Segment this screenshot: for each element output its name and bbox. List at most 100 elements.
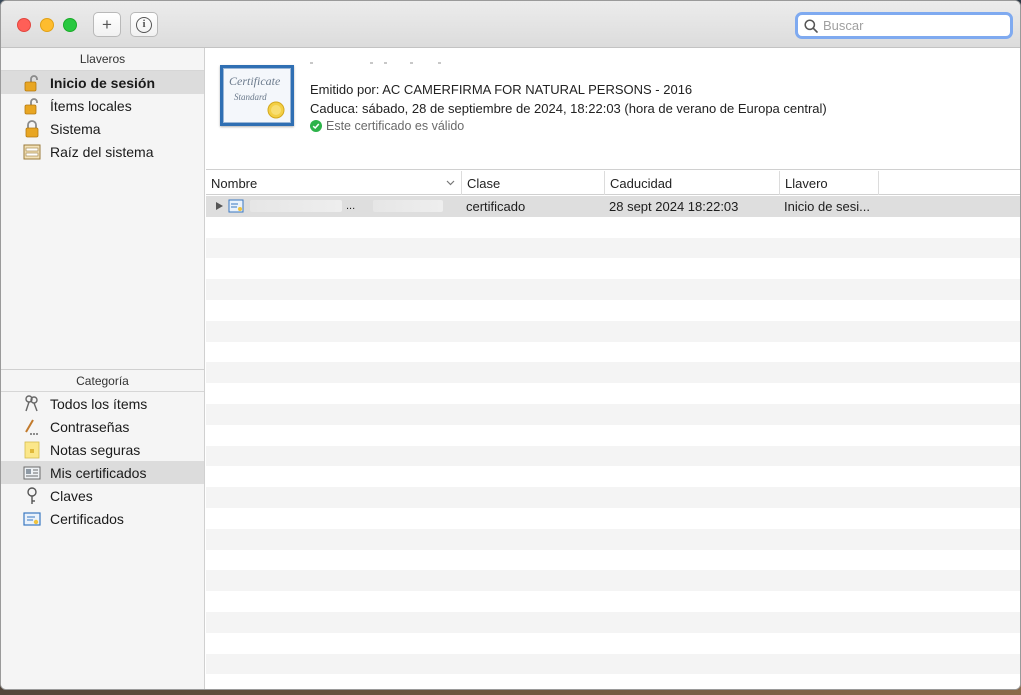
- expiry-text: Caduca: sábado, 28 de septiembre de 2024…: [310, 101, 827, 116]
- sidebar-item-label: Contraseñas: [50, 418, 130, 435]
- empty-row: [206, 362, 1020, 384]
- empty-row: [206, 320, 1020, 342]
- sidebar-item-label: Claves: [50, 487, 93, 504]
- empty-row: [206, 487, 1020, 508]
- empty-row: [206, 445, 1020, 467]
- sidebar-item-all-items[interactable]: Todos los ítems: [1, 392, 204, 415]
- empty-row: [206, 591, 1020, 612]
- redacted-name: [250, 200, 342, 213]
- key-icon: [23, 486, 41, 505]
- empty-row: [206, 611, 1020, 633]
- column-header-label: Clase: [467, 175, 501, 191]
- unlocked-padlock-icon: [23, 97, 41, 115]
- pencil-dots-icon: [23, 418, 41, 436]
- empty-row: [206, 508, 1020, 529]
- column-header-label: Nombre: [211, 175, 258, 191]
- locked-padlock-icon: [23, 119, 41, 138]
- column-header-expiry[interactable]: Caducidad: [605, 171, 780, 195]
- search-box[interactable]: [795, 12, 1013, 39]
- sidebar-item-label: Mis certificados: [50, 464, 147, 481]
- unlocked-padlock-icon: [23, 74, 41, 92]
- empty-row: [206, 528, 1020, 550]
- info-icon: i: [136, 16, 152, 33]
- sidebar-item-label: Certificados: [50, 510, 124, 527]
- sidebar-item-label: Raíz del sistema: [50, 143, 154, 160]
- class-cell: certificado: [466, 198, 526, 214]
- issued-by-text: Emitido por: AC CAMERFIRMA FOR NATURAL P…: [310, 82, 693, 97]
- keys-icon: [23, 394, 41, 413]
- id-card-icon: [23, 464, 41, 482]
- empty-row: [206, 570, 1020, 592]
- category-header: Categoría: [1, 369, 204, 392]
- sidebar-item-keys[interactable]: Claves: [1, 484, 204, 507]
- certificate-summary: Certificate Standard Emitido por: AC CAM…: [206, 48, 1020, 170]
- validity-status: Este certificado es válido: [310, 119, 464, 133]
- expiry-cell: 28 sept 2024 18:22:03: [609, 198, 739, 214]
- main-panel: Certificate Standard Emitido por: AC CAM…: [206, 48, 1020, 689]
- sidebar-item-certificates[interactable]: Certificados: [1, 507, 204, 530]
- add-item-button[interactable]: +: [93, 12, 121, 37]
- green-check-icon: [310, 120, 322, 132]
- minimize-window-button[interactable]: [40, 18, 54, 32]
- redacted-name: [310, 62, 441, 64]
- empty-row: [206, 383, 1020, 404]
- search-input[interactable]: [823, 18, 1003, 33]
- title-bar: + i: [1, 1, 1020, 48]
- empty-row: [206, 550, 1020, 571]
- sidebar-item-secure-notes[interactable]: Notas seguras: [1, 438, 204, 461]
- empty-row: [206, 258, 1020, 279]
- disclosure-triangle-icon[interactable]: [215, 201, 224, 211]
- info-button[interactable]: i: [130, 12, 158, 37]
- chevron-down-icon: [446, 180, 455, 186]
- sidebar-item-login[interactable]: Inicio de sesión: [1, 71, 204, 94]
- sidebar-item-label: Inicio de sesión: [50, 74, 156, 91]
- empty-row: [206, 466, 1020, 487]
- plus-icon: +: [102, 15, 112, 34]
- sidebar-item-system-roots[interactable]: Raíz del sistema: [1, 140, 204, 163]
- sidebar: Llaveros Inicio de sesión Ítems locales: [1, 48, 205, 689]
- name-ellipsis: ...: [346, 200, 356, 213]
- items-table: Nombre Clase Caducidad Llavero ... certi…: [206, 171, 1020, 689]
- empty-row: [206, 425, 1020, 446]
- sidebar-item-label: Notas seguras: [50, 441, 141, 458]
- close-window-button[interactable]: [17, 18, 31, 32]
- certificate-icon: [228, 199, 244, 213]
- column-header-class[interactable]: Clase: [462, 171, 605, 195]
- validity-status-label: Este certificado es válido: [326, 119, 465, 133]
- column-header-label: Llavero: [785, 175, 828, 191]
- empty-row: [206, 633, 1020, 654]
- column-header-keychain[interactable]: Llavero: [780, 171, 879, 195]
- table-header: Nombre Clase Caducidad Llavero: [206, 171, 1020, 195]
- certificate-image: Certificate Standard: [220, 65, 294, 126]
- certificate-image-subtitle: Standard: [234, 92, 267, 102]
- empty-row: [206, 342, 1020, 363]
- cabinet-icon: [23, 143, 41, 161]
- empty-row: [206, 279, 1020, 300]
- sidebar-item-label: Sistema: [50, 120, 101, 137]
- keychain-cell: Inicio de sesi...: [784, 198, 870, 214]
- column-header-label: Caducidad: [610, 175, 673, 191]
- sidebar-item-passwords[interactable]: Contraseñas: [1, 415, 204, 438]
- zoom-window-button[interactable]: [63, 18, 77, 32]
- category-section: Categoría Todos los ítems Contraseñas No…: [1, 369, 204, 530]
- sidebar-item-system[interactable]: Sistema: [1, 117, 204, 140]
- redacted-name: [373, 200, 444, 213]
- keychain-window: + i Llaveros Inicio de sesión: [0, 0, 1021, 690]
- table-body: ... certificado 28 sept 2024 18:22:03 In…: [206, 196, 1020, 689]
- empty-row: [206, 217, 1020, 238]
- sidebar-item-label: Ítems locales: [50, 97, 132, 114]
- empty-row: [206, 653, 1020, 675]
- certificate-image-title: Certificate: [229, 74, 281, 88]
- sidebar-item-label: Todos los ítems: [50, 395, 148, 412]
- column-header-name[interactable]: Nombre: [206, 171, 462, 195]
- empty-row: [206, 403, 1020, 425]
- empty-row: [206, 674, 1020, 689]
- empty-row: [206, 300, 1020, 321]
- note-icon: [23, 441, 41, 459]
- sidebar-item-my-certificates[interactable]: Mis certificados: [1, 461, 204, 484]
- sidebar-item-local-items[interactable]: Ítems locales: [1, 94, 204, 117]
- certificate-icon: [23, 510, 41, 528]
- magnifier-icon: [804, 18, 818, 33]
- name-cell: ...: [215, 196, 460, 217]
- table-row[interactable]: ... certificado 28 sept 2024 18:22:03 In…: [206, 196, 1020, 217]
